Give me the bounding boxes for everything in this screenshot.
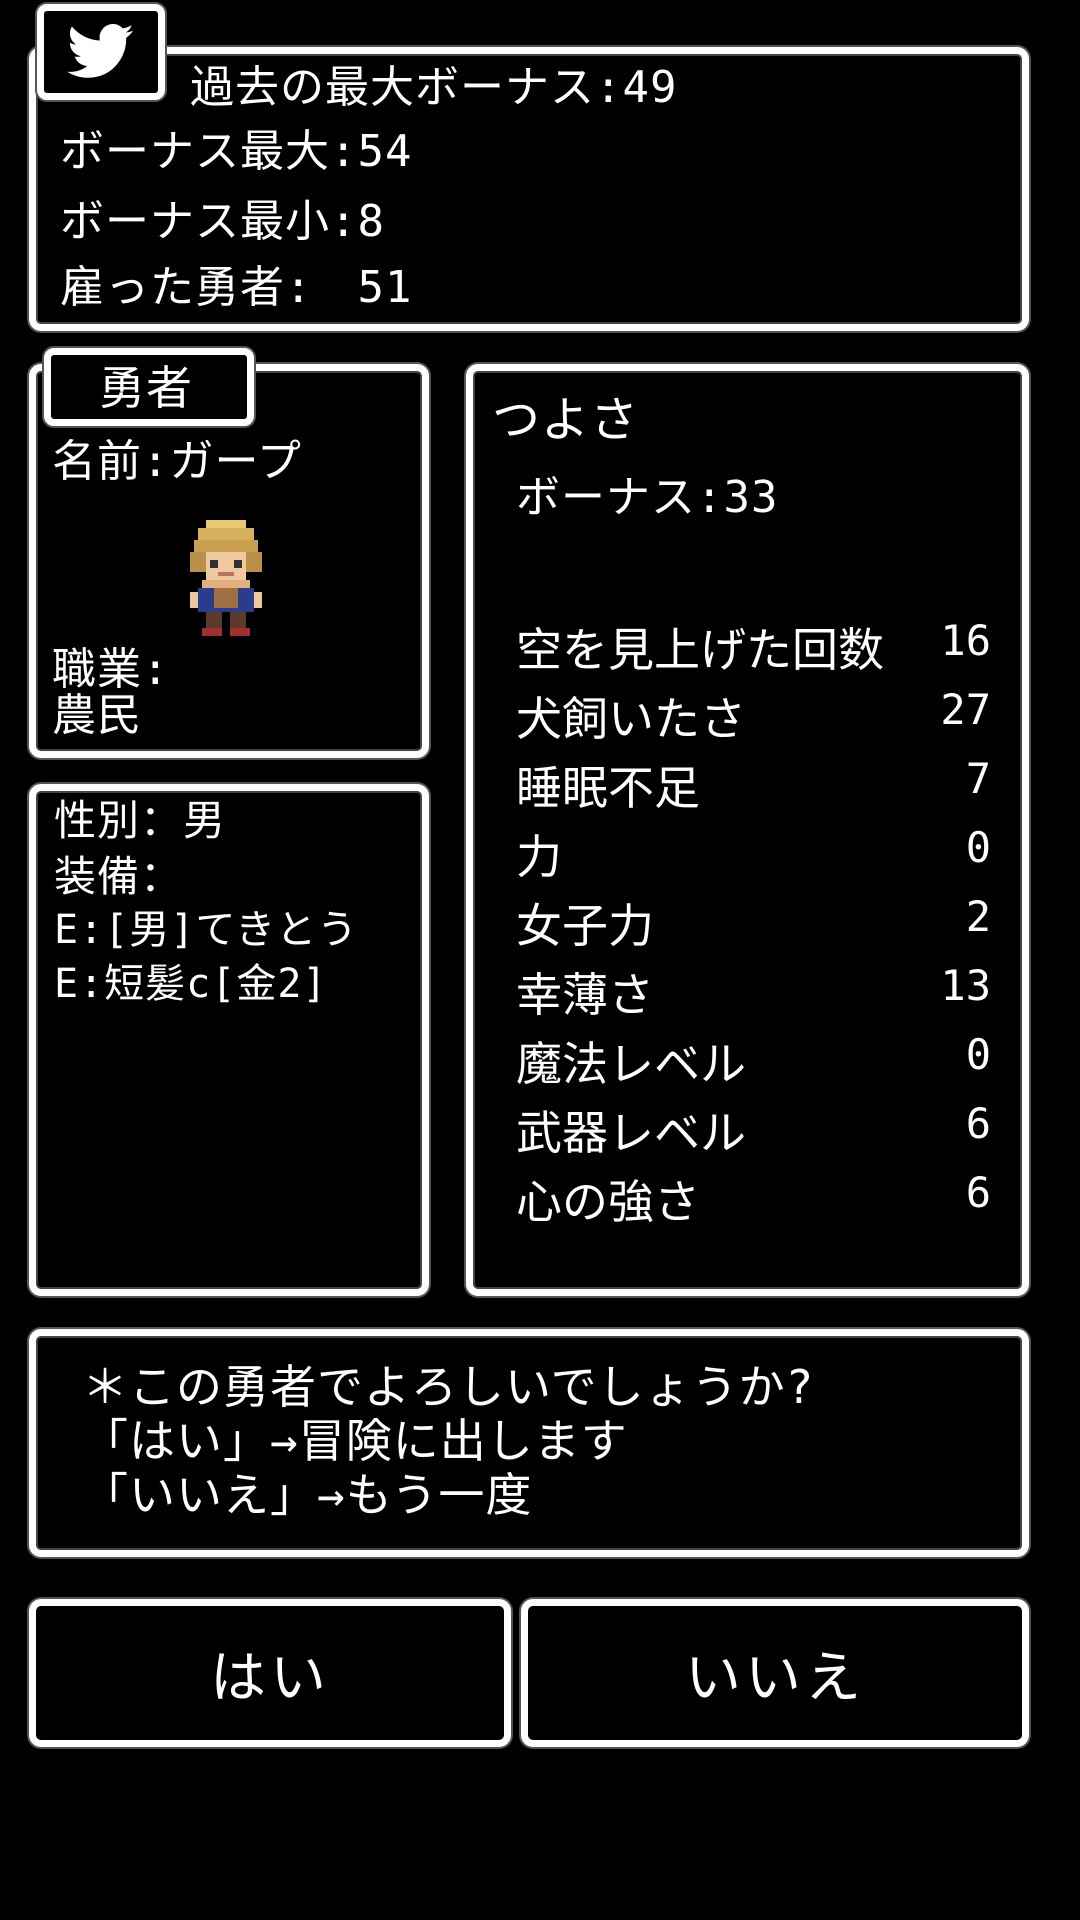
equip-item-2: E:短髪c[金2] <box>54 961 328 1007</box>
no-button[interactable]: いいえ <box>521 1599 1029 1747</box>
yes-button[interactable]: はい <box>29 1599 511 1747</box>
equip-label: 装備： <box>54 852 184 901</box>
hired-heroes: 雇った勇者: 51 <box>60 262 413 313</box>
hero-name: 名前:ガープ <box>52 436 302 487</box>
message-line-3: 「いいえ」→もう一度 <box>82 1468 533 1522</box>
stat-name-6: 魔法レベル <box>516 1037 746 1091</box>
bonus-max: ボーナス最大:54 <box>60 126 413 177</box>
strength-title: つよさ <box>492 392 640 448</box>
stat-value-6: 0 <box>965 1030 991 1079</box>
stat-value-3: 0 <box>965 823 991 872</box>
stat-name-2: 睡眠不足 <box>516 761 700 815</box>
hero-sprite <box>190 520 262 636</box>
past-max-bonus: 過去の最大ボーナス:49 <box>190 62 678 113</box>
stat-name-5: 幸薄さ <box>516 968 654 1022</box>
stat-value-0: 16 <box>940 616 991 665</box>
stat-value-5: 13 <box>940 961 991 1010</box>
no-button-label: いいえ <box>685 1645 865 1711</box>
stat-name-4: 女子力 <box>516 899 654 953</box>
message-line-1: ＊この勇者でよろしいでしょうか? <box>82 1360 815 1414</box>
hero-tab: 勇者 <box>44 348 254 426</box>
job-value: 農民 <box>52 690 142 741</box>
stat-name-3: 力 <box>516 830 562 884</box>
stat-value-7: 6 <box>965 1099 991 1148</box>
stat-value-8: 6 <box>965 1168 991 1217</box>
stat-name-0: 空を見上げた回数 <box>516 623 884 677</box>
yes-button-label: はい <box>210 1645 330 1711</box>
twitter-share-button[interactable] <box>37 4 165 100</box>
stat-value-2: 7 <box>965 754 991 803</box>
gender: 性別：男 <box>54 796 227 845</box>
stat-name-1: 犬飼いたさ <box>516 692 746 746</box>
stat-value-4: 2 <box>965 892 991 941</box>
equip-item-1: E:[男]てきとう <box>54 907 359 953</box>
stats-bonus: ボーナス:33 <box>516 472 779 523</box>
bonus-min: ボーナス最小:8 <box>60 196 385 247</box>
stat-value-1: 27 <box>940 685 991 734</box>
message-line-2: 「はい」→冒険に出します <box>82 1414 628 1468</box>
twitter-bird-icon <box>67 24 134 78</box>
hero-tab-label: 勇者 <box>99 361 193 415</box>
job-label: 職業: <box>52 644 170 695</box>
stat-name-7: 武器レベル <box>516 1106 746 1160</box>
stat-name-8: 心の強さ <box>516 1175 700 1229</box>
